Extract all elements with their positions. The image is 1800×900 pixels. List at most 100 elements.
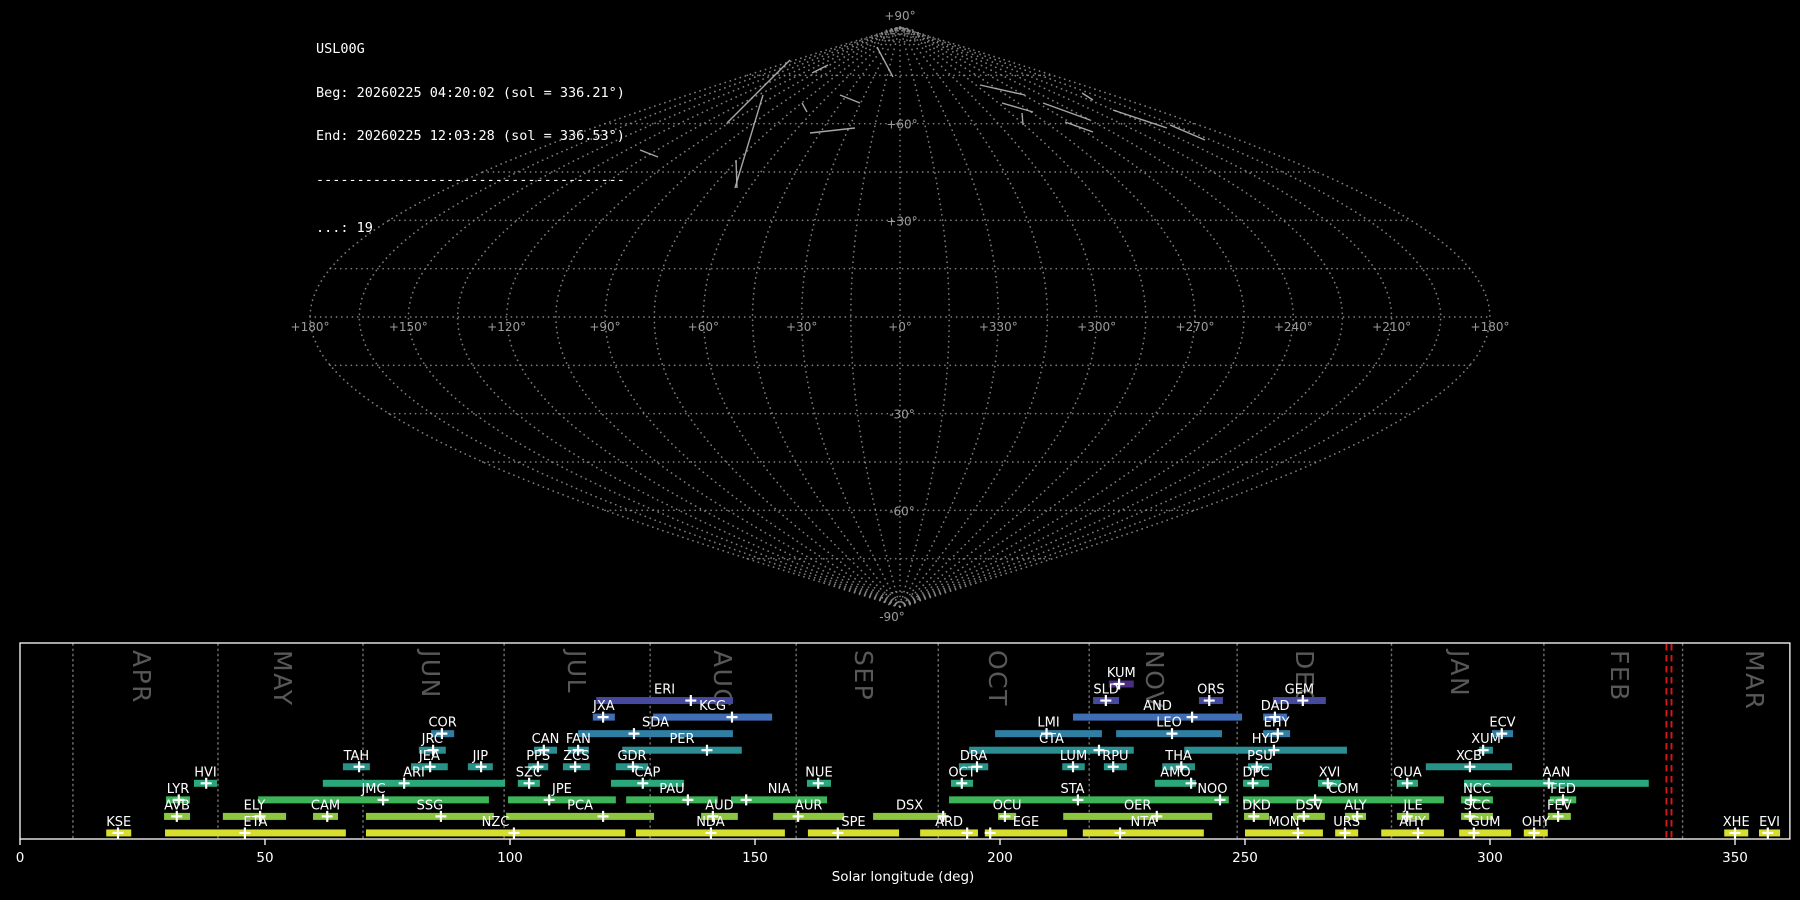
shower-code-label: PCA [567,798,593,813]
shower-code-label: ALY [1344,798,1366,813]
shower-code-label: JMC [360,782,385,797]
shower-code-label: OER [1124,798,1151,813]
shower-code-label: AMO [1160,765,1190,780]
shower-code-label: HVI [194,765,217,780]
shower-code-label: SDA [642,716,669,731]
map-grid-meridian [900,27,1146,607]
shower-peak-marker [741,794,752,805]
shower-code-label: NZC [482,815,510,830]
shower-bar [1459,829,1511,836]
shower-code-label: ETA [243,815,267,830]
shower-code-label: URS [1333,815,1360,830]
month-label: FEB [1605,650,1634,702]
shower-bar [578,730,733,737]
x-tick-label: 250 [1232,850,1258,866]
shower-code-label: NDA [696,815,725,830]
shower-code-label: SCC [1464,798,1490,813]
station-id: USL00G [316,42,625,57]
radiant-track [1065,122,1093,132]
shower-bar [808,829,899,836]
shower-code-label: COM [1328,782,1359,797]
map-lon-label: +180° [291,320,330,334]
shower-code-label: SPE [841,815,865,830]
map-lon-label: +180° [1471,320,1510,334]
shower-code-label: EHY [1264,716,1290,731]
month-label: JUL [562,648,591,694]
shower-code-label: HYD [1252,732,1280,747]
shower-code-label: ARD [935,815,963,830]
shower-code-label: XCB [1456,749,1482,764]
shower-code-label: MON [1268,815,1299,830]
shower-peak-marker [985,827,996,838]
shower-code-label: STA [1060,782,1084,797]
radiant-track [1082,93,1093,100]
shower-peak-marker [1187,712,1198,723]
shower-code-label: JEA [418,749,440,764]
shower-code-label: RPU [1102,749,1128,764]
map-lon-label: +120° [487,320,526,334]
map-lon-label: +30° [786,320,817,334]
shower-code-label: DPC [1243,765,1270,780]
shower-code-label: KCG [699,699,726,714]
shower-code-label: EVI [1759,815,1780,830]
map-lon-label: +330° [979,320,1018,334]
month-label: MAY [268,650,297,707]
shower-bar [653,714,772,721]
shower-code-label: SZC [516,765,542,780]
shower-code-label: AAN [1542,765,1570,780]
shower-code-label: JIP [472,749,489,764]
shower-code-label: NTA [1131,815,1157,830]
shower-peak-marker [726,712,737,723]
shower-code-label: QUA [1393,765,1422,780]
month-label: SEP [849,650,878,701]
x-tick-label: 350 [1722,850,1748,866]
shower-code-label: JRC [421,732,443,747]
shower-peak-marker [508,827,519,838]
shower-code-label: DAD [1261,699,1290,714]
radiant-track [877,47,893,77]
shower-code-label: FAN [566,732,591,747]
shower-code-label: XVI [1319,765,1341,780]
radiant-track [812,65,828,73]
shower-bar [508,796,616,803]
map-south-pole-label: -90° [879,610,905,624]
shower-code-label: KSE [106,815,131,830]
shower-peak-marker [701,745,712,756]
shower-code-label: ARI [403,765,425,780]
shower-code-label: FED [1550,782,1576,797]
month-label: APR [127,650,156,704]
shower-code-label: LEO [1156,716,1182,731]
shower-code-label: SLD [1093,683,1119,698]
x-tick-label: 150 [742,850,768,866]
shower-code-label: FEV [1547,798,1572,813]
shower-peak-marker [628,728,639,739]
month-label: MAR [1740,650,1769,711]
pole-ring [882,592,918,606]
shower-code-label: AUR [795,798,822,813]
shower-code-label: ERI [654,683,675,698]
shower-code-label: LMI [1037,716,1059,731]
shower-bar [1083,829,1204,836]
map-north-pole-label: +90° [884,9,915,23]
shower-bar [258,796,489,803]
shower-code-label: XHE [1723,815,1750,830]
shower-code-label: JPE [551,782,572,797]
shower-bar [1245,829,1323,836]
radiant-track [736,160,737,188]
pole-ring [891,600,909,607]
map-lon-label: +150° [389,320,428,334]
radiant-track [640,150,658,157]
shower-code-label: ZCS [563,749,589,764]
activity-timeline: APRMAYJUNJULAUGSEPOCTNOVDECJANFEBMARKUME… [16,643,1790,885]
shower-peak-marker [962,827,973,838]
header-separator: -------------------------------------- [316,173,625,188]
shower-code-label: XUM [1471,732,1501,747]
x-tick-label: 100 [497,850,523,866]
shower-code-label: DRA [960,749,988,764]
radiant-track [735,95,763,188]
shower-code-label: AHY [1399,815,1426,830]
map-lon-label: +210° [1372,320,1411,334]
shower-code-label: NOO [1197,782,1227,797]
shower-bar [773,813,844,820]
shower-code-label: CAN [532,732,560,747]
